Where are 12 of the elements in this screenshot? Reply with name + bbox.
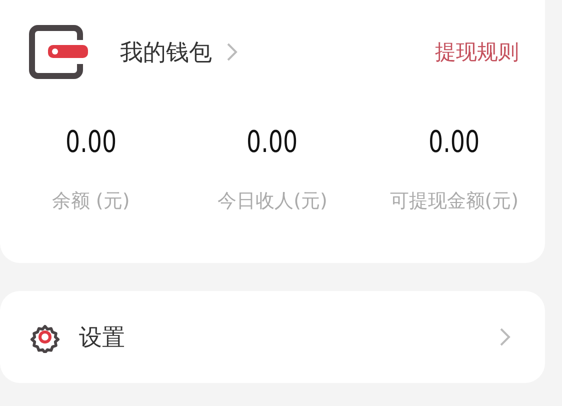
wallet-icon xyxy=(28,25,88,79)
amount-label: 今日收人(元) xyxy=(218,189,328,214)
chevron-right-icon xyxy=(226,42,238,62)
amount-label: 余额 (元) xyxy=(52,189,130,214)
chevron-right-icon xyxy=(499,327,511,347)
amount-value: 0.00 xyxy=(428,125,480,160)
withdraw-rules-link[interactable]: 提现规则 xyxy=(435,38,519,66)
amount-value: 0.00 xyxy=(65,125,116,160)
amount-label: 可提现金额(元) xyxy=(390,189,519,214)
menu-item[interactable]: 设置 xyxy=(0,291,545,383)
amount-value: 0.00 xyxy=(246,125,298,160)
wallet-link[interactable]: 我的钱包 xyxy=(120,36,238,68)
